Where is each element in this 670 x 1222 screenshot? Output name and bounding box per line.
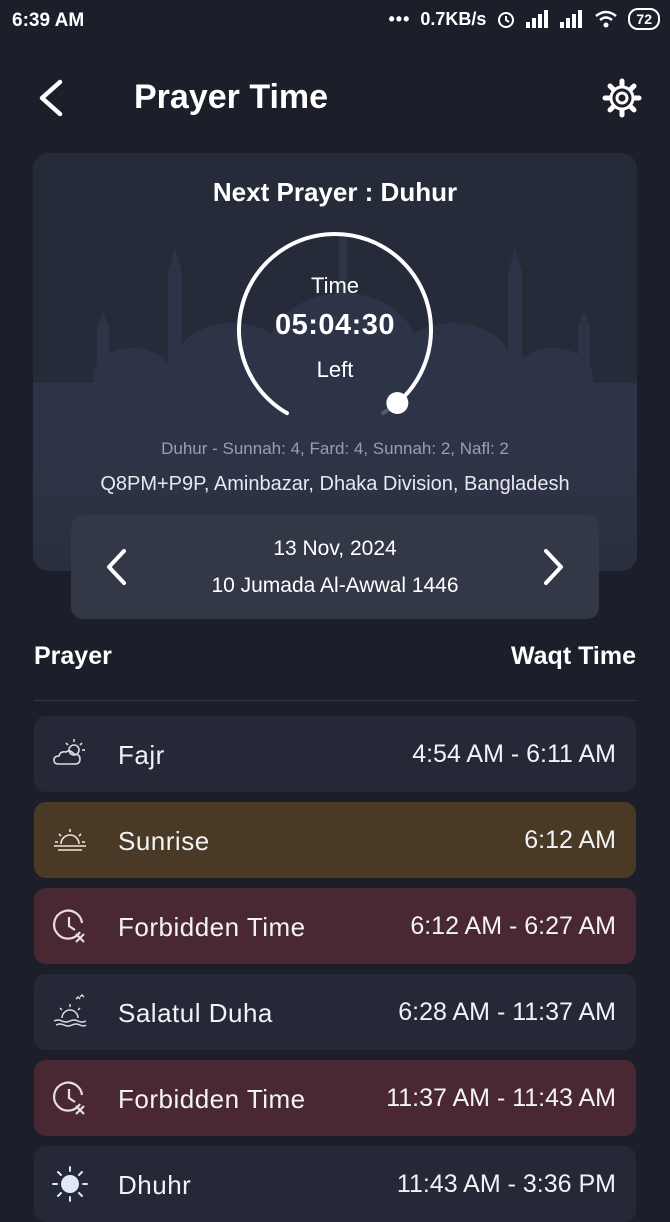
prayer-row-forbidden-1[interactable]: Forbidden Time 6:12 AM - 6:27 AM <box>34 888 636 964</box>
cloud-sun-icon <box>53 739 85 765</box>
column-header-waqt: Waqt Time <box>510 642 636 670</box>
prayer-name: Sunrise <box>118 826 210 856</box>
battery-indicator: 72 <box>628 8 660 30</box>
next-day-button[interactable] <box>533 545 573 589</box>
status-icons: ••• 0.7KB/s 72 <box>388 8 660 30</box>
prayer-row-dhuhr[interactable]: Dhuhr 11:43 AM - 3:36 PM <box>34 1146 636 1222</box>
divider <box>34 700 636 701</box>
page-title: Prayer Time <box>134 78 329 116</box>
prayer-name: Salatul Duha <box>118 998 273 1028</box>
clock-forbidden-icon <box>53 909 85 943</box>
prayer-time: 6:12 AM <box>524 826 616 854</box>
network-speed: 0.7KB/s <box>420 8 487 29</box>
prayer-time: 6:12 AM - 6:27 AM <box>410 912 616 940</box>
countdown-left-label: Left <box>316 357 354 382</box>
status-bar: 6:39 AM ••• 0.7KB/s 72 <box>0 0 670 44</box>
prayer-row-forbidden-2[interactable]: Forbidden Time 11:37 AM - 11:43 AM <box>34 1060 636 1136</box>
next-prayer-card: Next Prayer : Duhur Time 05:04:30 Left D… <box>33 153 637 571</box>
rakat-info: Duhur - Sunnah: 4, Fard: 4, Sunnah: 2, N… <box>161 439 509 458</box>
chevron-right-icon <box>544 549 563 585</box>
next-prayer-label: Next Prayer : Duhur <box>212 177 458 207</box>
app-header: Prayer Time <box>0 60 670 140</box>
signal-icon-2 <box>560 10 583 28</box>
more-dots: ••• <box>388 8 411 29</box>
prayer-time: 6:28 AM - 11:37 AM <box>398 998 616 1026</box>
prayer-time: 4:54 AM - 6:11 AM <box>412 740 616 768</box>
prayer-name: Forbidden Time <box>118 1084 306 1114</box>
ring-knob <box>386 392 409 414</box>
prayer-row-sunrise[interactable]: Sunrise 6:12 AM <box>34 802 636 878</box>
prayer-name: Fajr <box>118 740 165 770</box>
hijri-date: 10 Jumada Al-Awwal 1446 <box>211 574 459 597</box>
chevron-left-icon <box>39 79 63 117</box>
column-header-prayer: Prayer <box>34 642 112 670</box>
back-button[interactable] <box>30 76 74 120</box>
prayer-row-salatul-duha[interactable]: Salatul Duha 6:28 AM - 11:37 AM <box>34 974 636 1050</box>
signal-icon <box>526 10 549 28</box>
sun-icon <box>52 1166 88 1202</box>
status-time: 6:39 AM <box>12 10 85 31</box>
prayer-time: 11:37 AM - 11:43 AM <box>386 1084 616 1112</box>
clock-forbidden-icon <box>53 1081 85 1115</box>
prayer-name: Dhuhr <box>118 1170 192 1200</box>
prayer-time: 11:43 AM - 3:36 PM <box>396 1170 616 1198</box>
wifi-icon <box>595 10 618 28</box>
sun-water-icon <box>53 993 87 1027</box>
settings-button[interactable] <box>602 78 646 122</box>
countdown-value: 05:04:30 <box>274 309 396 341</box>
gregorian-date: 13 Nov, 2024 <box>273 537 397 560</box>
sunrise-icon <box>54 829 86 851</box>
prayer-row-fajr[interactable]: Fajr 4:54 AM - 6:11 AM <box>34 716 636 792</box>
countdown-time-label: Time <box>310 273 360 298</box>
alarm-icon <box>498 12 515 28</box>
prayer-name: Forbidden Time <box>118 912 306 942</box>
date-navigator: 13 Nov, 2024 10 Jumada Al-Awwal 1446 <box>71 515 599 619</box>
gear-icon <box>602 78 642 118</box>
location-text: Q8PM+P9P, Aminbazar, Dhaka Division, Ban… <box>100 473 570 495</box>
